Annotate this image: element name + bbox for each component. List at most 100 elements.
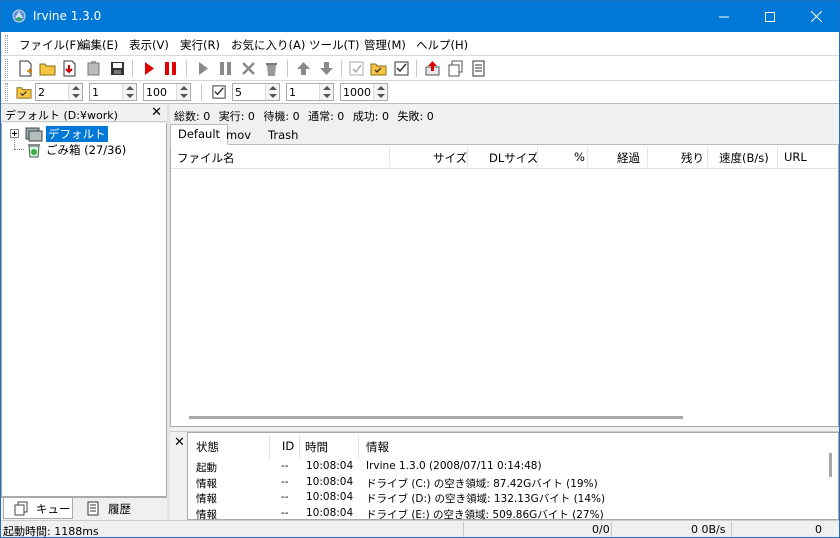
new-file-icon[interactable]: [17, 60, 34, 77]
queue-stats: 総数: 0 実行: 0 待機: 0 通常: 0 成功: 0 失敗: 0: [170, 105, 839, 124]
spinner-1-arrows[interactable]: [68, 84, 82, 100]
tab-queue-label: キュー: [36, 502, 71, 516]
download-list: ファイル名 サイズ DLサイズ % 経過 残り 速度(B/s) URL: [170, 145, 839, 427]
minimize-button[interactable]: [701, 1, 747, 32]
horizontal-scrollbar[interactable]: [189, 416, 683, 419]
spinner-1[interactable]: 2: [35, 83, 83, 101]
close-icon[interactable]: ✕: [151, 105, 162, 120]
status-startup-time: 起動時間: 1188ms: [3, 525, 99, 538]
column-url[interactable]: URL: [784, 150, 807, 164]
start-selected-icon[interactable]: [194, 60, 211, 77]
spinner-6[interactable]: 1000: [340, 83, 388, 101]
column-elapsed[interactable]: 経過: [617, 150, 640, 166]
log-column-info[interactable]: 情報: [366, 439, 389, 455]
stat-waiting: 待機: 0: [263, 110, 300, 123]
menu-run[interactable]: 実行(R): [180, 37, 220, 53]
menubar-grip[interactable]: [5, 35, 8, 53]
close-icon[interactable]: ✕: [174, 435, 185, 450]
column-size[interactable]: サイズ: [433, 150, 467, 166]
menu-bar: ファイル(F) 編集(E) 表示(V) 実行(R) お気に入り(A) ツール(T…: [1, 32, 839, 56]
trash-icon[interactable]: [263, 60, 280, 77]
checklist-icon[interactable]: [393, 60, 410, 77]
pause-icon[interactable]: [162, 60, 179, 77]
column-dl-size[interactable]: DLサイズ: [489, 150, 538, 166]
vertical-scrollbar[interactable]: [829, 453, 832, 477]
close-button[interactable]: [793, 1, 839, 32]
spinner-3-value: 100: [146, 86, 167, 99]
copy-icon[interactable]: [447, 60, 464, 77]
menu-favorites[interactable]: お気に入り(A): [231, 37, 305, 53]
stat-normal: 通常: 0: [308, 110, 345, 123]
column-separator: [269, 435, 270, 459]
log-info: ドライブ (D:) の空き領域: 132.13Gバイト (14%): [366, 493, 606, 505]
log-row[interactable]: 情報 -- 10:08:04 ドライブ (C:) の空き領域: 87.42Gバイ…: [188, 476, 822, 491]
column-remaining[interactable]: 残り: [681, 150, 704, 166]
tab-mov[interactable]: mov: [219, 126, 258, 145]
check-icon[interactable]: [348, 60, 365, 77]
column-separator: [777, 147, 778, 167]
log-list: 状態 ID 時間 情報 起動 -- 10:08:04 Irvine 1.3.0 …: [187, 432, 839, 521]
log-column-state[interactable]: 状態: [196, 439, 219, 455]
import-icon[interactable]: [61, 60, 78, 77]
menu-file[interactable]: ファイル(F): [19, 37, 81, 53]
spinner-2-arrows[interactable]: [122, 84, 136, 100]
app-window: Irvine 1.3.0 ファイル(F) 編集(E) 表示(V) 実行(R) お…: [0, 0, 840, 538]
move-up-icon[interactable]: [295, 60, 312, 77]
spinner-2-value: 1: [92, 86, 99, 99]
column-separator: [647, 147, 648, 167]
spinner-2[interactable]: 1: [89, 83, 137, 101]
column-filename[interactable]: ファイル名: [177, 150, 235, 166]
maximize-button[interactable]: [747, 1, 793, 32]
spinner-bar: 2 1 100 5 1 1000: [1, 81, 839, 104]
menu-manage[interactable]: 管理(M): [364, 37, 406, 53]
log-row[interactable]: 起動 -- 10:08:04 Irvine 1.3.0 (2008/07/11 …: [188, 460, 822, 475]
tree-item-label: ごみ箱 (27/36): [46, 143, 127, 157]
delete-icon[interactable]: [240, 60, 257, 77]
tab-trash[interactable]: Trash: [261, 126, 305, 145]
spinner-5[interactable]: 1: [286, 83, 334, 101]
move-down-icon[interactable]: [318, 60, 335, 77]
folder-check-icon: [16, 87, 32, 99]
menu-edit[interactable]: 編集(E): [79, 37, 118, 53]
tab-history[interactable]: 履歴: [77, 498, 143, 519]
notes-icon[interactable]: [470, 60, 487, 77]
start-icon[interactable]: [140, 60, 157, 77]
paste-icon[interactable]: [85, 60, 102, 77]
toolbar: [1, 56, 839, 81]
spinner-5-arrows[interactable]: [319, 84, 333, 100]
stat-total: 総数: 0: [174, 110, 211, 123]
log-id: --: [281, 476, 289, 488]
column-speed[interactable]: 速度(B/s): [719, 150, 769, 166]
status-bar: 起動時間: 1188ms 0/0 0 0B/s 0: [1, 520, 839, 538]
log-column-id[interactable]: ID: [282, 439, 294, 453]
menu-help[interactable]: ヘルプ(H): [416, 37, 468, 53]
spinner-4-value: 5: [235, 86, 242, 99]
column-percent[interactable]: %: [574, 150, 585, 164]
toolbar-grip[interactable]: [5, 59, 8, 78]
spinner-4[interactable]: 5: [232, 83, 280, 101]
spinner-4-arrows[interactable]: [265, 84, 279, 100]
menu-tools[interactable]: ツール(T): [309, 37, 360, 53]
open-folder-icon[interactable]: [39, 60, 56, 77]
spinbar-grip[interactable]: [5, 83, 8, 101]
folder-check-icon[interactable]: [370, 60, 387, 77]
menu-view[interactable]: 表示(V): [129, 37, 169, 53]
save-icon[interactable]: [109, 60, 126, 77]
column-separator: [587, 147, 588, 167]
tab-queue[interactable]: キュー: [3, 498, 73, 519]
queue-folder-icon: [25, 127, 43, 142]
app-icon: [12, 9, 26, 23]
spinner-3[interactable]: 100: [143, 83, 191, 101]
log-time: 10:08:04: [306, 491, 354, 503]
upload-icon[interactable]: [424, 60, 441, 77]
status-last: 0: [815, 523, 822, 536]
pause-selected-icon[interactable]: [217, 60, 234, 77]
log-row[interactable]: 情報 -- 10:08:04 ドライブ (D:) の空き領域: 132.13Gバ…: [188, 491, 822, 506]
spinner-6-arrows[interactable]: [373, 84, 387, 100]
status-separator: [463, 522, 464, 537]
spinner-3-arrows[interactable]: [176, 84, 190, 100]
maximize-icon: [765, 11, 775, 22]
stat-running: 実行: 0: [218, 110, 255, 123]
log-column-time[interactable]: 時間: [305, 439, 328, 455]
log-info: ドライブ (C:) の空き領域: 87.42Gバイト (19%): [366, 478, 598, 490]
